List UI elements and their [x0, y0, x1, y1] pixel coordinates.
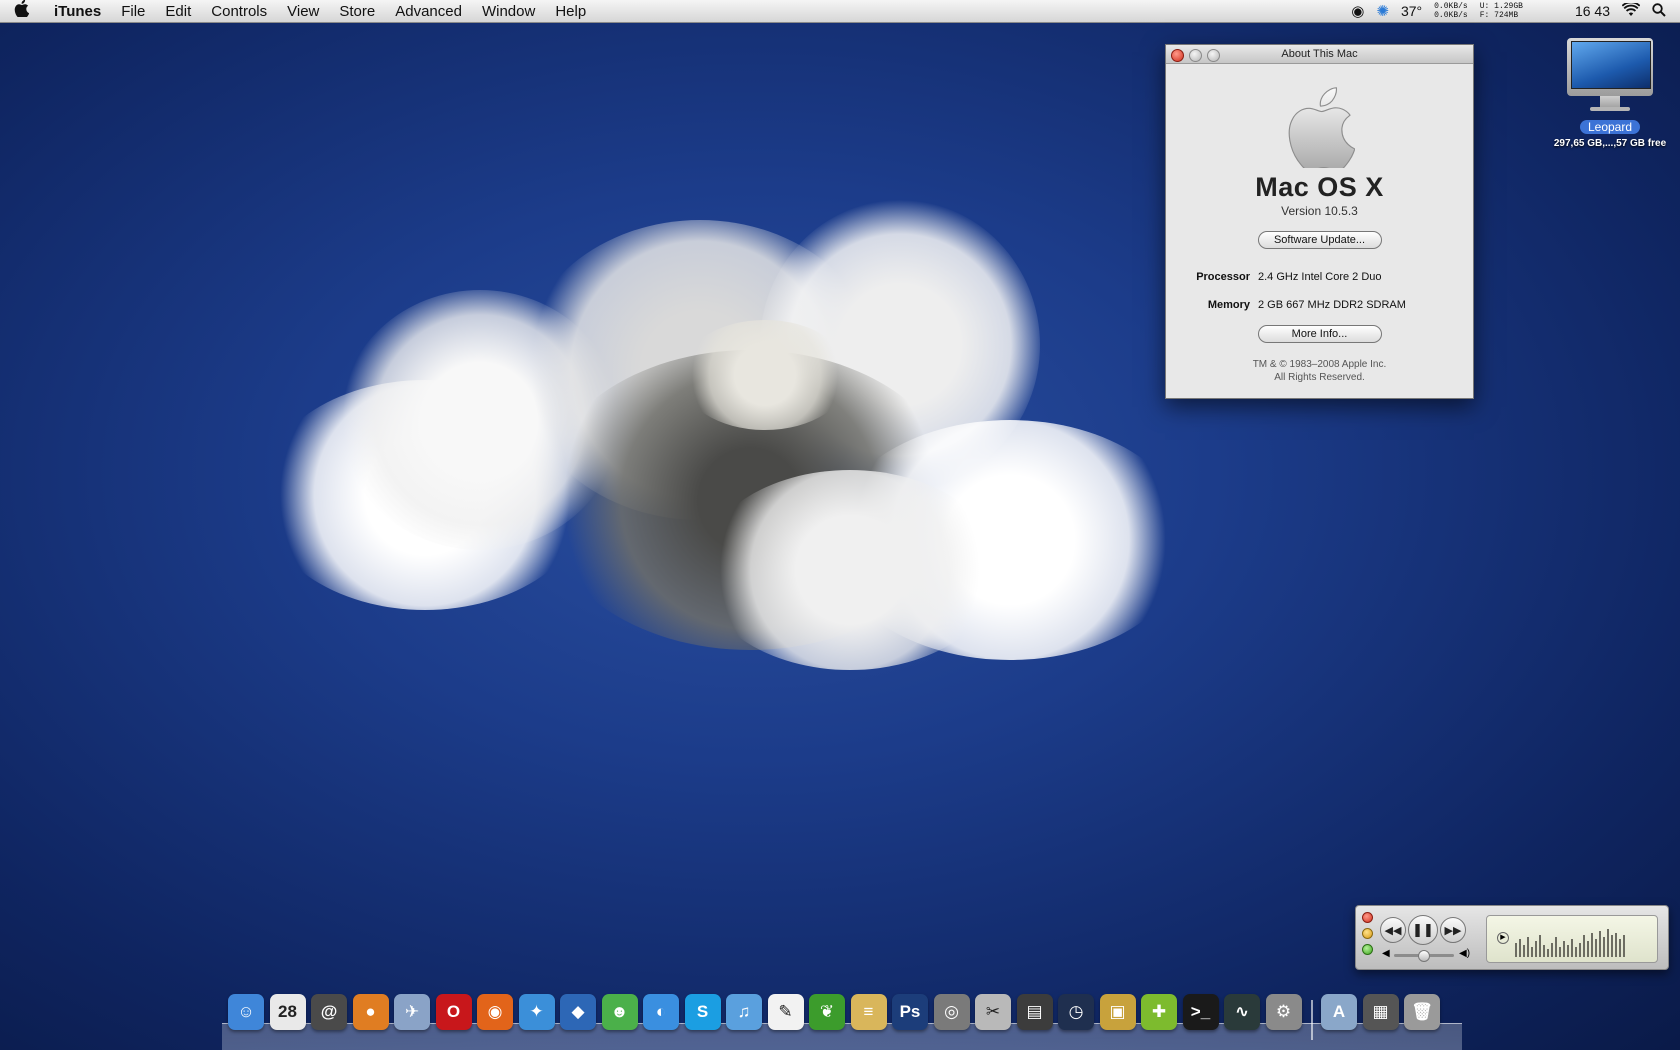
more-info-button[interactable]: More Info... — [1257, 325, 1382, 343]
photoshop-icon[interactable]: Ps — [892, 994, 928, 1030]
memory-row: Memory 2 GB 667 MHz DDR2 SDRAM — [1188, 299, 1406, 311]
about-this-mac-window: About This Mac Mac OS X Version 10.5.3 S… — [1165, 44, 1474, 399]
menu-store[interactable]: Store — [329, 3, 385, 20]
adium-icon[interactable]: ● — [352, 994, 389, 1030]
next-track-button[interactable]: ▶▶ — [1440, 917, 1466, 943]
minimize-button[interactable] — [1189, 49, 1202, 62]
ical-icon[interactable]: 28 — [269, 994, 306, 1030]
menu-help[interactable]: Help — [545, 3, 596, 20]
apple-logo-icon — [1285, 86, 1355, 172]
weather-icon[interactable]: ✺ — [1376, 2, 1389, 20]
documents-stack-icon[interactable]: ▦ — [1362, 994, 1399, 1030]
player-minimize-button[interactable] — [1362, 928, 1373, 939]
apple-menu-icon[interactable] — [14, 0, 40, 22]
menu-edit[interactable]: Edit — [155, 3, 201, 20]
trash-icon[interactable]: 🗑 — [1404, 994, 1440, 1030]
menu-bar: iTunes File Edit Controls View Store Adv… — [0, 0, 1680, 23]
copyright-line-2: All Rights Reserved. — [1274, 372, 1365, 383]
opera-icon[interactable]: O — [435, 994, 472, 1030]
mem-free-label: F: — [1479, 11, 1490, 20]
menu-advanced[interactable]: Advanced — [385, 3, 472, 20]
wifi-icon[interactable] — [1621, 0, 1641, 20]
notes-icon[interactable]: ≡ — [850, 994, 887, 1030]
menu-controls[interactable]: Controls — [201, 3, 277, 20]
skype-status-icon[interactable]: ◉ — [1351, 2, 1364, 20]
memory-meter[interactable]: U: 1.29GB F: 724MB — [1480, 2, 1523, 20]
disk-utility-icon[interactable]: ✂ — [975, 994, 1011, 1030]
visualizer-display[interactable]: ▶ — [1486, 915, 1658, 963]
adium-duck-icon[interactable]: ◆ — [560, 994, 596, 1030]
firefox-icon[interactable]: ◉ — [477, 994, 513, 1030]
menu-view[interactable]: View — [277, 3, 329, 20]
finder-icon[interactable]: ☺ — [228, 994, 264, 1030]
net-down: 0.0KB/s — [1434, 2, 1468, 11]
mem-used-label: U: — [1479, 2, 1490, 11]
hair-dryer-icon[interactable]: ✚ — [1141, 994, 1177, 1030]
dock: ☺ 28 @ ● ✈ O ◉ ✦ ◆ ☻ ◐ S ♫ ✎ ❦ ≡ Ps ◎ ✂ ▤ ◷ ▣ ✚ >_ ∿ ⚙ A ▦ 🗑 — [222, 992, 1462, 1050]
pause-button[interactable]: ❚❚ — [1408, 915, 1438, 945]
player-zoom-button[interactable] — [1362, 944, 1373, 955]
textedit-icon[interactable]: ✎ — [767, 994, 804, 1030]
applications-folder-icon[interactable]: A — [1321, 994, 1357, 1030]
imac-icon — [1565, 38, 1655, 116]
mem-free: 724MB — [1494, 11, 1519, 20]
weather-temperature[interactable]: 37° — [1401, 3, 1422, 19]
ichat-icon[interactable]: ◐ — [643, 994, 679, 1030]
clock[interactable]: 16 43 — [1575, 3, 1610, 19]
memory-value: 2 GB 667 MHz DDR2 SDRAM — [1258, 299, 1406, 311]
safari-icon[interactable]: ✦ — [518, 994, 555, 1030]
volume-high-icon: ◀) — [1459, 948, 1471, 959]
software-update-button[interactable]: Software Update... — [1257, 231, 1382, 249]
activity-monitor-icon[interactable]: ∿ — [1224, 994, 1260, 1030]
menu-extras: ◉ ✺ 37° 0.0KB/s 0.0KB/s U: 1.29GB F: 724… — [1351, 0, 1666, 22]
mem-used: 1.29GB — [1494, 2, 1523, 11]
memory-label: Memory — [1207, 299, 1250, 311]
window-title: About This Mac — [1281, 48, 1358, 60]
close-button[interactable] — [1171, 49, 1184, 62]
spectrum-bars — [1515, 929, 1625, 957]
window-title-bar[interactable]: About This Mac — [1166, 45, 1473, 64]
processor-row: Processor 2.4 GHz Intel Core 2 Duo — [1188, 271, 1382, 283]
msn-messenger-icon[interactable]: ☻ — [601, 994, 638, 1030]
terminal-icon[interactable]: >_ — [1182, 994, 1219, 1030]
volume-low-icon: ◀ — [1382, 948, 1390, 959]
movie-icon[interactable]: ▤ — [1016, 994, 1053, 1030]
address-book-icon[interactable]: @ — [311, 994, 347, 1030]
copyright-line-1: TM & © 1983–2008 Apple Inc. — [1252, 359, 1387, 370]
processor-value: 2.4 GHz Intel Core 2 Duo — [1258, 271, 1382, 283]
volume-slider[interactable] — [1394, 950, 1454, 962]
menu-file[interactable]: File — [111, 3, 155, 20]
os-version: Version 10.5.3 — [1281, 204, 1358, 218]
menu-window[interactable]: Window — [472, 3, 545, 20]
previous-track-button[interactable]: ◀◀ — [1380, 917, 1406, 943]
preview-icon[interactable]: ✈ — [394, 994, 430, 1030]
desktop-hard-drive[interactable]: Leopard 297,65 GB,...,57 GB free — [1540, 38, 1680, 149]
volume-knob[interactable] — [1418, 950, 1430, 962]
skype-icon[interactable]: S — [684, 994, 721, 1030]
copyright: TM & © 1983–2008 Apple Inc. All Rights R… — [1166, 358, 1473, 384]
hard-drive-label: Leopard — [1579, 120, 1641, 134]
dock-separator — [1311, 1000, 1313, 1040]
hard-drive-info: 297,65 GB,...,57 GB free — [1553, 138, 1667, 149]
system-preferences-icon[interactable]: ⚙ — [1265, 994, 1302, 1030]
display-toggle-icon[interactable]: ▶ — [1497, 932, 1509, 944]
itunes-icon[interactable]: ♫ — [726, 994, 762, 1030]
os-name: Mac OS X — [1255, 172, 1384, 202]
net-up: 0.0KB/s — [1434, 11, 1468, 20]
processor-label: Processor — [1196, 271, 1250, 283]
time-machine-icon[interactable]: ◷ — [1058, 994, 1094, 1030]
player-close-button[interactable] — [1362, 912, 1373, 923]
zoom-button[interactable] — [1207, 49, 1220, 62]
ripper-icon[interactable]: ◎ — [933, 994, 970, 1030]
spotlight-search-icon[interactable] — [1652, 2, 1666, 20]
transmit-icon[interactable]: ▣ — [1099, 994, 1136, 1030]
menu-app-name[interactable]: iTunes — [40, 3, 111, 20]
coda-leaf-icon[interactable]: ❦ — [809, 994, 845, 1030]
network-meter[interactable]: 0.0KB/s 0.0KB/s — [1434, 2, 1468, 20]
itunes-mini-player: ◀◀ ❚❚ ▶▶ ◀ ◀) ▶ — [1355, 905, 1669, 970]
